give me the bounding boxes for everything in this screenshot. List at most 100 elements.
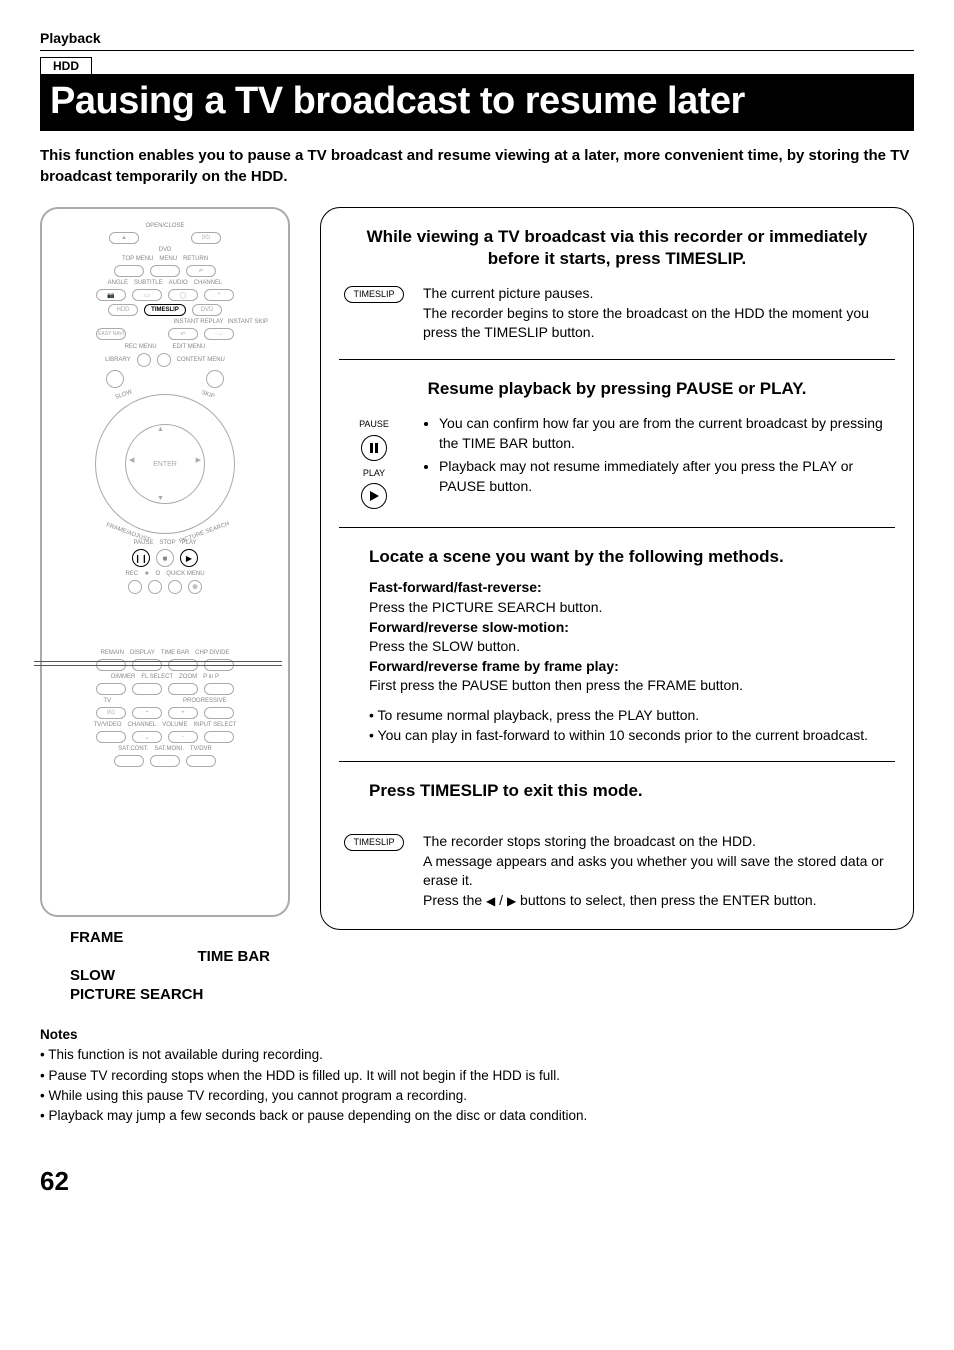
step4-p3: Press the ◀ / ▶ buttons to select, then … (423, 891, 895, 911)
angle-label: ANGLE (108, 280, 128, 286)
remote-column: OPEN/CLOSE ▲ I/⏻ DVD TOP MENU MENU RETUR… (40, 207, 290, 1005)
notes-section: Notes • This function is not available d… (40, 1025, 914, 1126)
zoom-label: ZOOM (179, 674, 197, 680)
left-arrow-icon: ◀ (129, 456, 134, 464)
contentmenu-label: CONTENT MENU (177, 357, 225, 363)
pinp-label: P in P (203, 674, 219, 680)
inputselect-label: INPUT SELECT (194, 722, 237, 728)
display-label: DISPLAY (130, 650, 155, 656)
step1-text: The current picture pauses. The recorder… (423, 284, 895, 343)
btn-menu (150, 265, 180, 277)
stop-label: STOP (159, 540, 175, 546)
top-menu-label: TOP MENU (122, 256, 153, 262)
dpad: ENTER SLOW SKIP FRAME/ADJUST PICTURE SEA… (95, 394, 235, 534)
step4-p2: A message appears and asks you whether y… (423, 852, 895, 891)
recmenu-label: REC MENU (125, 344, 157, 350)
intro-text: This function enables you to pause a TV … (40, 145, 914, 187)
callout-slow: SLOW (70, 967, 290, 984)
btn-tvvideo (96, 731, 126, 743)
step1-p1: The current picture pauses. (423, 284, 895, 304)
pause-label-step: PAUSE (339, 418, 409, 431)
note-1: • This function is not available during … (40, 1045, 914, 1065)
slow-label: Forward/reverse slow-motion: (369, 619, 569, 635)
remote-illustration: OPEN/CLOSE ▲ I/⏻ DVD TOP MENU MENU RETUR… (40, 207, 290, 917)
editmenu-label: EDIT MENU (173, 344, 206, 350)
btn-inputselect (204, 731, 234, 743)
resume-text: • To resume normal playback, press the P… (369, 706, 895, 726)
btn-easynavi: EASY NAVI (96, 328, 126, 340)
tv-label: TV (103, 698, 111, 704)
step4-btn-col: TIMESLIP (339, 832, 409, 853)
step1-p2: The recorder begins to store the broadca… (423, 304, 895, 343)
btn-tvpower: I/⏻ (96, 707, 126, 719)
btn-zoom (168, 683, 198, 695)
step3-body: Fast-forward/fast-reverse: Press the PIC… (339, 578, 895, 745)
btn-recmenu (137, 353, 151, 367)
step1-heading: While viewing a TV broadcast via this re… (339, 226, 895, 270)
pause-btn-remote: ❙❙ (132, 549, 150, 567)
open-close-label: OPEN/CLOSE (52, 223, 278, 229)
step4-heading: Press TIMESLIP to exit this mode. (339, 780, 895, 802)
btn-chdn: ⌄ (132, 731, 162, 743)
timeslip-button-icon: TIMESLIP (344, 286, 403, 303)
down-arrow-icon: ▼ (157, 495, 164, 502)
note-2: • Pause TV recording stops when the HDD … (40, 1066, 914, 1086)
btn-chup: ⌃ (204, 289, 234, 301)
callout-labels: FRAME TIME BAR SLOW PICTURE SEARCH (40, 929, 290, 1003)
hdd-badge: HDD (40, 57, 92, 75)
return-label: RETURN (183, 256, 208, 262)
library-label: LIBRARY (105, 357, 131, 363)
sep3 (339, 761, 895, 762)
btn-editmenu (157, 353, 171, 367)
remain-label: REMAIN (101, 650, 124, 656)
ff-text: Press the PICTURE SEARCH button. (369, 598, 895, 618)
timebar-label: TIME BAR (161, 650, 189, 656)
btn-angle: 📷 (96, 289, 126, 301)
step3-heading: Locate a scene you want by the following… (339, 546, 895, 568)
note-3: • While using this pause TV recording, y… (40, 1086, 914, 1106)
right-arrow-glyph: ▶ (507, 893, 516, 910)
callout-timebar: TIME BAR (70, 948, 290, 965)
tvdvr-label: TV/DVR (190, 746, 212, 752)
step3-text: Fast-forward/fast-reverse: Press the PIC… (369, 578, 895, 745)
slow-text: Press the SLOW button. (369, 637, 895, 657)
step4-body: TIMESLIP The recorder stops storing the … (339, 832, 895, 910)
btn-quickmenu: ⊕ (188, 580, 202, 594)
skip-arc: SKIP (201, 390, 216, 400)
stop-btn-remote: ■ (156, 549, 174, 567)
flselect-label: FL SELECT (141, 674, 173, 680)
instant-replay-label: INSTANT REPLAY (174, 319, 224, 325)
btn-o (168, 580, 182, 594)
channel-label: CHANNEL (194, 280, 223, 286)
instant-skip-label: INSTANT SKIP (228, 319, 268, 325)
btn-satcont (114, 755, 144, 767)
callout-frame: FRAME (70, 929, 290, 946)
content-row: OPEN/CLOSE ▲ I/⏻ DVD TOP MENU MENU RETUR… (40, 207, 914, 1005)
rec-label: REC (125, 571, 138, 577)
satcont-label: SAT.CONT. (118, 746, 148, 752)
play-button-icon (361, 483, 387, 509)
btn-hdd: HDD (108, 304, 138, 316)
step2-btn-col: PAUSE PLAY (339, 414, 409, 511)
sep1 (339, 359, 895, 360)
progressive-label: PROGRESSIVE (183, 698, 227, 704)
page-title: Pausing a TV broadcast to resume later (40, 74, 914, 131)
right-arrow-icon: ▶ (196, 456, 201, 464)
btn-iskip: ·→ (204, 328, 234, 340)
play-btn-remote: ▶ (180, 549, 198, 567)
channel2-label: CHANNEL (128, 722, 157, 728)
timeslip-button-icon-2: TIMESLIP (344, 834, 403, 851)
btn-subtitle: ▭ (132, 289, 162, 301)
step1-body: TIMESLIP The current picture pauses. The… (339, 284, 895, 343)
menu-label: MENU (159, 256, 177, 262)
section-rule (40, 50, 914, 51)
pause-button-icon (361, 435, 387, 461)
steps-panel: While viewing a TV broadcast via this re… (320, 207, 914, 930)
btn-tvdvr (186, 755, 216, 767)
btn-voldn: − (168, 731, 198, 743)
subtitle-label: SUBTITLE (134, 280, 163, 286)
btn-library (106, 370, 124, 388)
left-arrow-glyph: ◀ (486, 893, 495, 910)
dimmer-label: DIMMER (111, 674, 135, 680)
btn-flselect (132, 683, 162, 695)
